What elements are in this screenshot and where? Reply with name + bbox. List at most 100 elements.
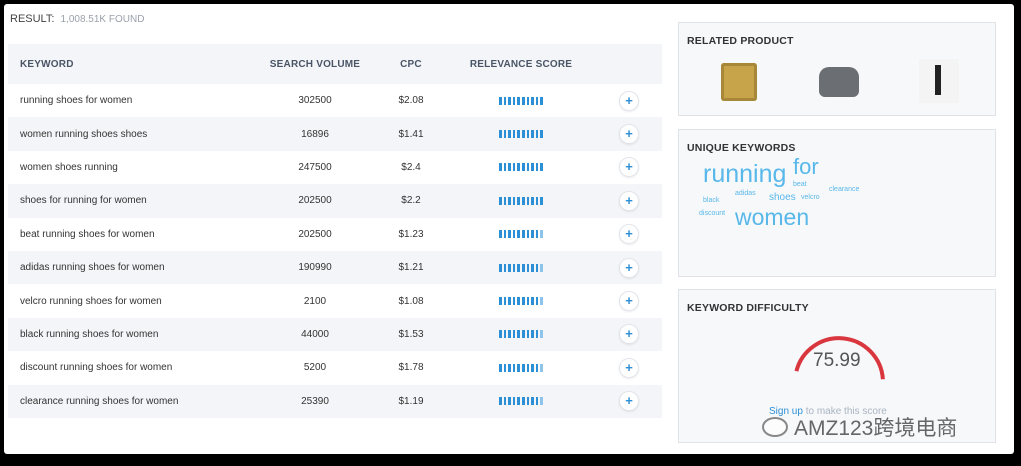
product-thumbnail-pillow[interactable] — [721, 63, 757, 101]
relevance-bar-segment — [512, 363, 516, 372]
search-volume-cell: 202500 — [298, 195, 332, 207]
cloud-word: black — [703, 197, 720, 204]
relevance-score-bars — [499, 330, 543, 339]
keyword-difficulty-title: KEYWORD DIFFICULTY — [687, 302, 809, 314]
table-body: running shoes for women 302500 $2.08 + women… — [8, 84, 662, 418]
relevance-bar-segment — [512, 297, 516, 306]
relevance-bar-segment — [517, 397, 520, 406]
relevance-bar-segment — [503, 297, 507, 306]
relevance-cell — [446, 130, 596, 139]
relevance-bar-segment — [535, 397, 539, 406]
relevance-bar-segment — [535, 196, 539, 205]
relevance-bar-segment — [522, 163, 525, 172]
relevance-bar-segment — [540, 130, 543, 139]
relevance-bar-segment — [512, 163, 516, 172]
relevance-bar-segment — [522, 196, 525, 205]
search-volume-cell: 5200 — [303, 362, 327, 374]
header-cpc[interactable]: CPC — [376, 59, 446, 70]
add-keyword-button[interactable]: + — [619, 291, 639, 312]
relevance-bar-segment — [531, 297, 534, 306]
cloud-word: for — [793, 154, 819, 179]
table-row[interactable]: discount running shoes for women 5200 $1.7… — [8, 351, 662, 384]
table-row[interactable]: women shoes running 247500 $2.4 + — [8, 151, 662, 184]
relevance-bar-segment — [499, 297, 502, 306]
search-volume-cell: 16896 — [301, 128, 329, 140]
add-keyword-button[interactable]: + — [619, 190, 639, 211]
relevance-bar-segment — [508, 196, 511, 205]
relevance-bar-segment — [517, 263, 520, 272]
result-label: RESULT: — [10, 13, 55, 25]
cpc-cell: $2.2 — [401, 195, 421, 207]
relevance-cell — [446, 196, 596, 205]
add-keyword-button[interactable]: + — [619, 224, 639, 245]
relevance-bar-segment — [522, 330, 525, 339]
search-volume-cell: 302500 — [298, 95, 332, 107]
table-row[interactable]: black running shoes for women 44000 $1.53 + — [8, 317, 662, 352]
relevance-bar-segment — [522, 363, 525, 372]
relevance-cell — [446, 330, 596, 339]
result-summary: RESULT: 1,008.51K FOUND — [10, 13, 144, 25]
relevance-bar-segment — [526, 297, 530, 306]
relevance-bar-segment — [531, 263, 534, 272]
cloud-word: running — [703, 160, 787, 188]
add-keyword-button[interactable]: + — [619, 391, 639, 412]
keyword-cell: running shoes for women — [20, 95, 133, 107]
relevance-cell — [446, 263, 596, 272]
relevance-bar-segment — [517, 363, 520, 372]
relevance-bar-segment — [535, 96, 539, 105]
relevance-bar-segment — [522, 297, 525, 306]
relevance-bar-segment — [540, 96, 543, 105]
add-keyword-button[interactable]: + — [619, 257, 639, 278]
relevance-bar-segment — [508, 363, 511, 372]
header-relevance-score[interactable]: RELEVANCE SCORE — [446, 59, 596, 70]
relevance-bar-segment — [526, 397, 530, 406]
table-row[interactable]: running shoes for women 302500 $2.08 + — [8, 84, 662, 117]
relevance-bar-segment — [531, 330, 534, 339]
relevance-bar-segment — [526, 230, 530, 239]
relevance-bar-segment — [531, 130, 534, 139]
cpc-cell: $1.53 — [398, 328, 424, 340]
watermark: AMZ123跨境电商 — [762, 412, 957, 442]
table-row[interactable]: women running shoes shoes 16896 $1.41 + — [8, 117, 662, 151]
relevance-bar-segment — [526, 263, 530, 272]
relevance-bar-segment — [522, 263, 525, 272]
keyword-cell: adidas running shoes for women — [20, 262, 165, 274]
add-keyword-button[interactable]: + — [619, 124, 639, 145]
relevance-bar-segment — [499, 363, 502, 372]
relevance-bar-segment — [531, 96, 534, 105]
table-row[interactable]: beat running shoes for women 202500 $1.23 + — [8, 218, 662, 251]
relevance-bar-segment — [508, 163, 511, 172]
cloud-word: adidas — [735, 190, 756, 197]
relevance-bar-segment — [499, 130, 502, 139]
add-keyword-button[interactable]: + — [619, 157, 639, 178]
cpc-cell: $1.23 — [398, 228, 424, 240]
header-search-volume[interactable]: SEARCH VOLUME — [254, 59, 376, 70]
relevance-bar-segment — [531, 397, 534, 406]
add-keyword-button[interactable]: + — [619, 324, 639, 345]
keyword-cell: black running shoes for women — [20, 328, 159, 340]
add-keyword-button[interactable]: + — [619, 357, 639, 378]
relevance-bar-segment — [503, 263, 507, 272]
relevance-bar-segment — [522, 130, 525, 139]
relevance-bar-segment — [535, 297, 539, 306]
product-thumbnail-lamp[interactable] — [919, 59, 959, 103]
product-thumbnail-mug[interactable] — [819, 67, 859, 97]
relevance-bar-segment — [512, 263, 516, 272]
relevance-bar-segment — [531, 363, 534, 372]
relevance-bar-segment — [531, 196, 534, 205]
table-row[interactable]: velcro running shoes for women 2100 $1.08 + — [8, 284, 662, 317]
relevance-cell — [446, 397, 596, 406]
table-row[interactable]: clearance running shoes for women 25390 $1… — [8, 384, 662, 418]
relevance-bar-segment — [531, 163, 534, 172]
relevance-bar-segment — [522, 96, 525, 105]
table-row[interactable]: shoes for running for women 202500 $2.2 + — [8, 184, 662, 218]
header-keyword[interactable]: KEYWORD — [8, 59, 254, 70]
table-row[interactable]: adidas running shoes for women 190990 $1.2… — [8, 250, 662, 285]
watermark-text: AMZ123跨境电商 — [794, 417, 958, 440]
relevance-bar-segment — [535, 163, 539, 172]
relevance-score-bars — [499, 263, 543, 272]
relevance-bar-segment — [526, 130, 530, 139]
relevance-bar-segment — [503, 130, 507, 139]
cpc-cell: $1.19 — [398, 395, 424, 407]
add-keyword-button[interactable]: + — [619, 90, 639, 111]
